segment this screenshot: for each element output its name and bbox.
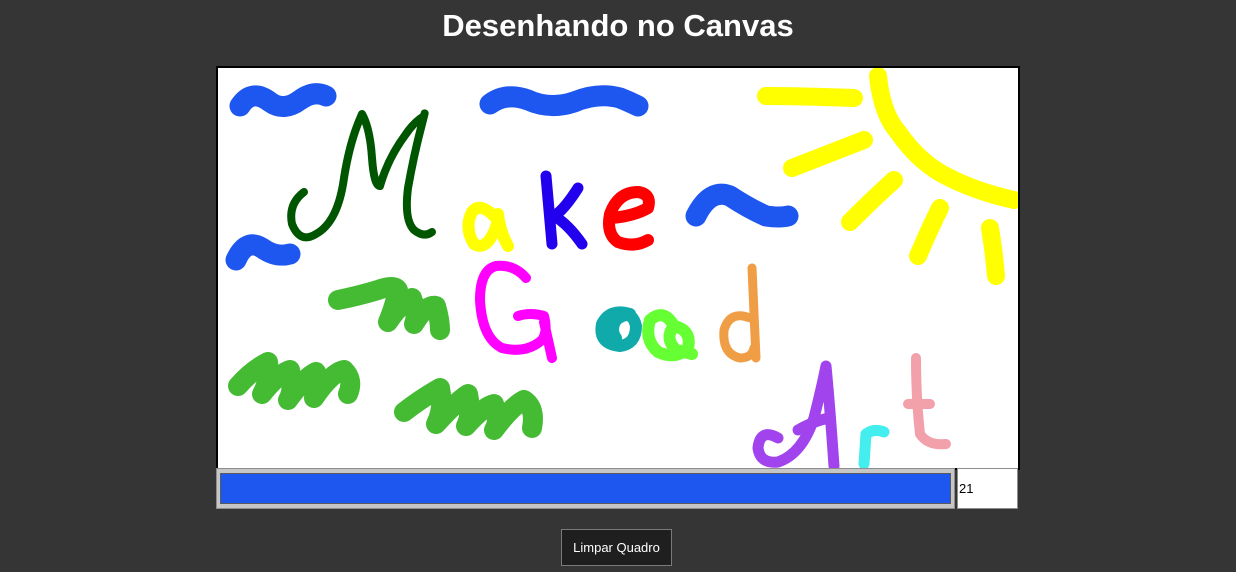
clear-canvas-button[interactable]: Limpar Quadro [561,529,672,566]
color-picker[interactable] [216,468,955,509]
blue-stroke [225,234,301,271]
bright-green-stroke [642,309,698,362]
cyan-stroke [858,424,890,468]
brush-size-input[interactable] [957,468,1018,509]
purple-stroke [792,412,836,436]
blue-stroke [479,85,649,117]
magenta-stroke [475,260,557,363]
green-stroke [328,277,450,340]
orange-stroke [719,311,759,363]
teal-stroke [595,306,642,352]
page-title: Desenhando no Canvas [442,8,794,43]
canvas-drawing [225,68,1018,468]
yellow-stroke [783,131,873,177]
yellow-stroke [462,201,514,252]
red-stroke [603,186,655,251]
yellow-stroke [757,87,863,107]
drawing-canvas[interactable] [216,66,1020,470]
blue-violet-stroke [548,182,588,250]
yellow-stroke [909,199,949,265]
blue-stroke [229,83,337,117]
controls-row [216,468,1018,509]
yellow-stroke [981,219,1005,285]
blue-stroke [685,183,799,228]
blue-violet-stroke [540,170,558,250]
green-stroke [228,352,361,410]
yellow-stroke [841,171,903,231]
green-stroke [394,378,543,440]
color-swatch [220,473,951,504]
dark-green-stroke [287,109,436,242]
